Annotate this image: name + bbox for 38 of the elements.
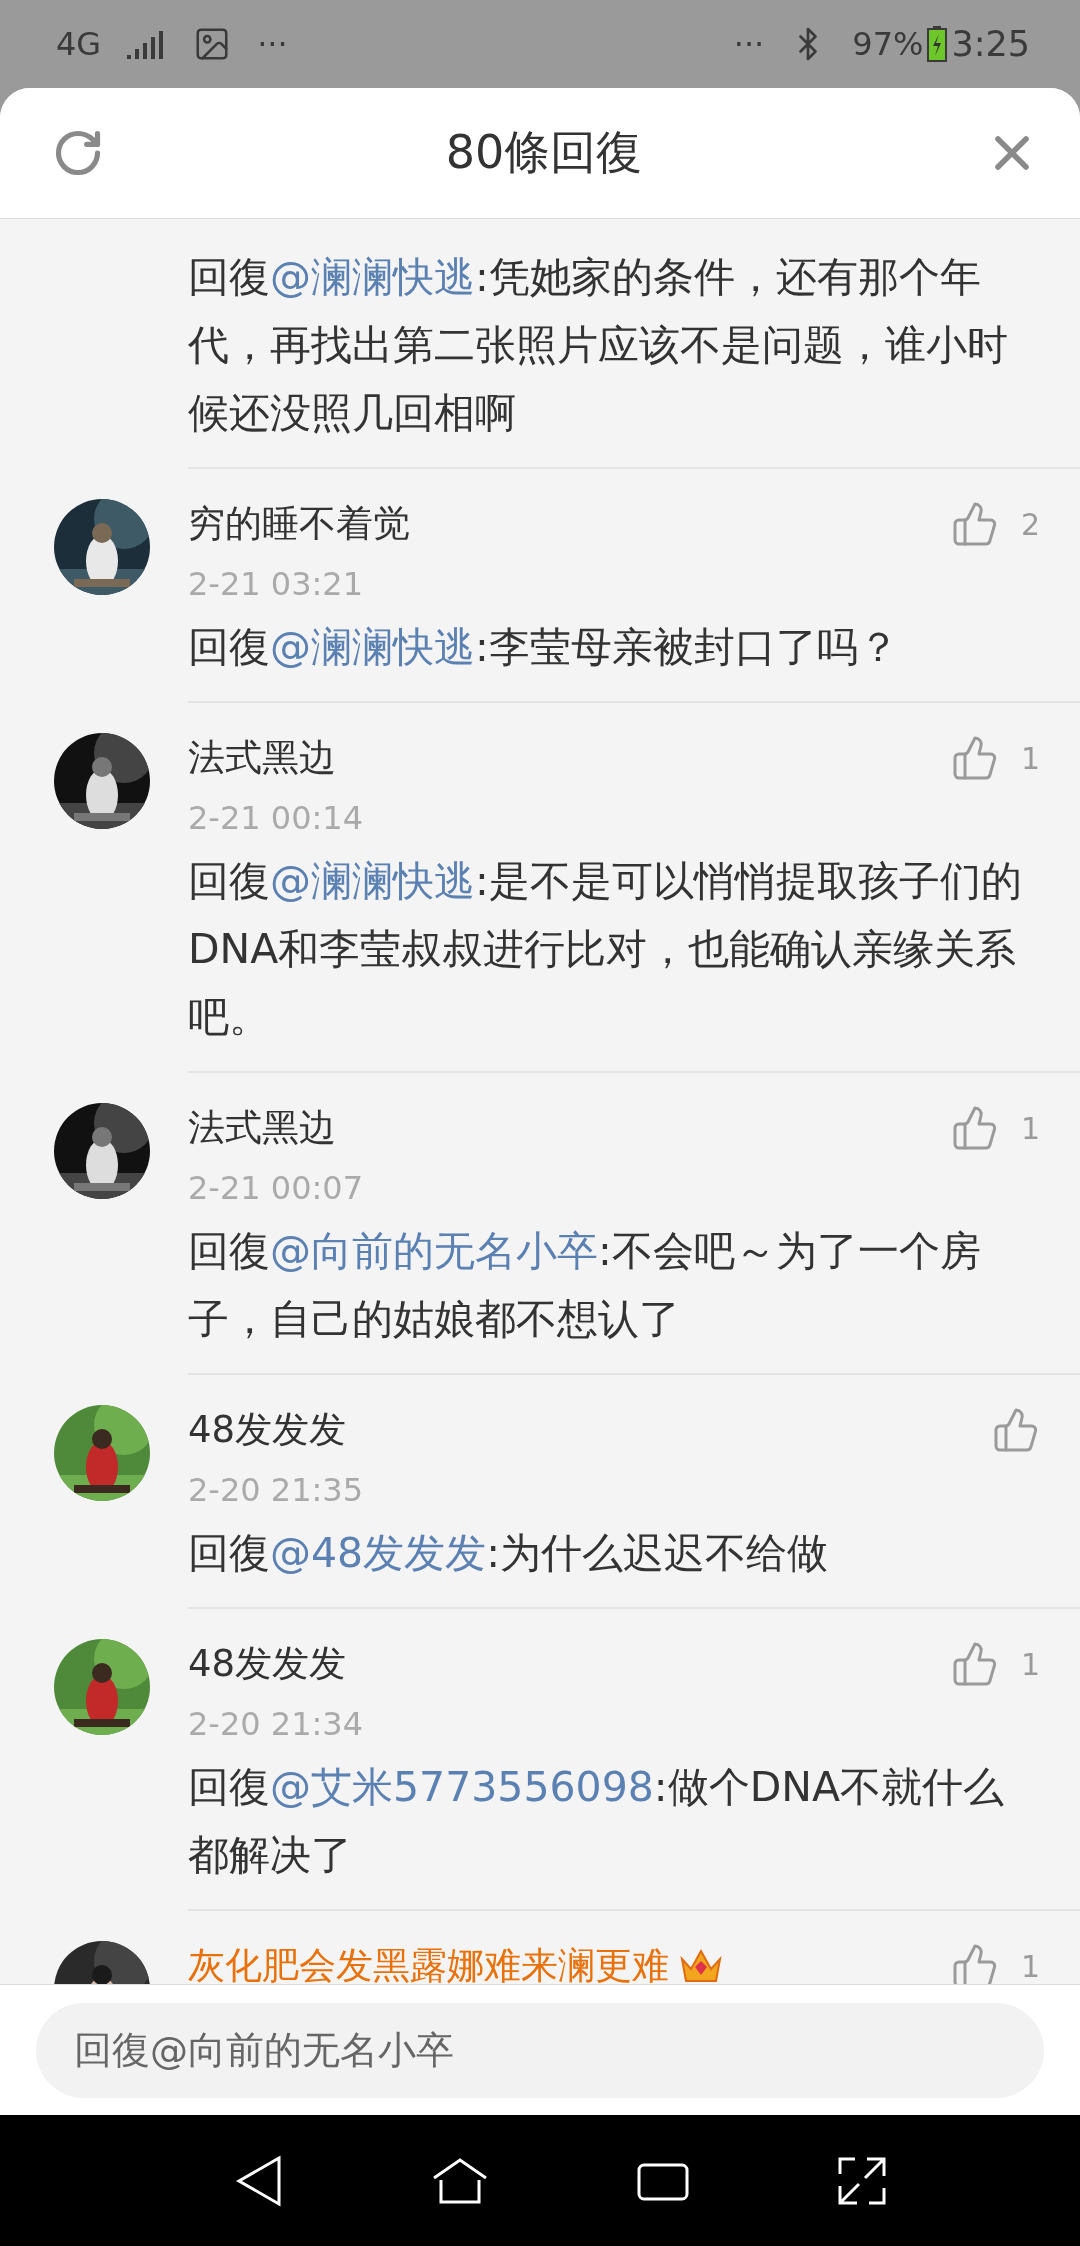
like-button[interactable]: 1: [950, 1640, 1040, 1688]
comment-text: 回復@48发发发:为什么迟迟不给做: [188, 1528, 829, 1579]
battery-percent: 97%: [852, 25, 924, 63]
more-indicator: ···: [733, 25, 765, 63]
battery-icon: [927, 26, 948, 62]
comment-text: 回復@澜澜快逃:李莹母亲被封口了吗？: [188, 622, 900, 673]
user-name[interactable]: 灰化肥会发黑露娜难来澜更难: [188, 1941, 669, 1984]
comment-time: 2-21 00:14: [188, 799, 364, 837]
page-title: 80條回復: [445, 124, 643, 181]
clock: 3:25: [951, 24, 1030, 64]
user-name[interactable]: 法式黑边: [188, 1103, 336, 1153]
user-name[interactable]: 48发发发: [188, 1639, 347, 1689]
user-name[interactable]: 穷的睡不着觉: [188, 499, 410, 549]
mention-link[interactable]: @澜澜快逃: [270, 253, 475, 301]
mention-link[interactable]: @向前的无名小卒: [270, 1227, 598, 1275]
like-button[interactable]: 1: [950, 1942, 1040, 1984]
like-button[interactable]: 1: [950, 734, 1040, 782]
comment-time: 2-21 00:07: [188, 1169, 364, 1207]
network-type: 4G: [56, 25, 102, 63]
comment-time: 2-20 21:35: [188, 1471, 364, 1509]
more-indicator: ···: [257, 25, 288, 63]
comment-text: 回復@艾米5773556098:做个DNA不就什么都解决了: [188, 1762, 1005, 1881]
comment-text: 回復@澜澜快逃:是不是可以悄悄提取孩子们的DNA和李莹叔叔进行比对，也能确认亲缘关系吧。: [188, 856, 1023, 1043]
user-name[interactable]: 法式黑边: [188, 733, 336, 783]
mention-link[interactable]: @澜澜快逃: [270, 623, 475, 671]
like-button[interactable]: 2: [950, 500, 1040, 548]
comment-time: 2-21 03:21: [188, 565, 364, 603]
comment-text: 回復@向前的无名小卒:不会吧～为了一个房子，自己的姑娘都不想认了: [188, 1226, 982, 1345]
user-name[interactable]: 48发发发: [188, 1405, 347, 1455]
comment-text: 回復@澜澜快逃:凭她家的条件，还有那个年代，再找出第二张照片应该不是问题，谁小时候还没照几回相啊: [188, 252, 1009, 439]
comment-time: 2-20 21:34: [188, 1705, 364, 1743]
mention-link[interactable]: @澜澜快逃: [270, 857, 475, 905]
like-button[interactable]: 1: [950, 1104, 1040, 1152]
expand-icon[interactable]: [836, 2155, 887, 2206]
reply-input[interactable]: 回復@向前的无名小卒: [36, 2002, 1044, 2098]
crown-icon: [679, 1947, 723, 1984]
mention-link[interactable]: @48发发发: [270, 1529, 487, 1577]
mention-link[interactable]: @艾米5773556098: [270, 1763, 654, 1811]
